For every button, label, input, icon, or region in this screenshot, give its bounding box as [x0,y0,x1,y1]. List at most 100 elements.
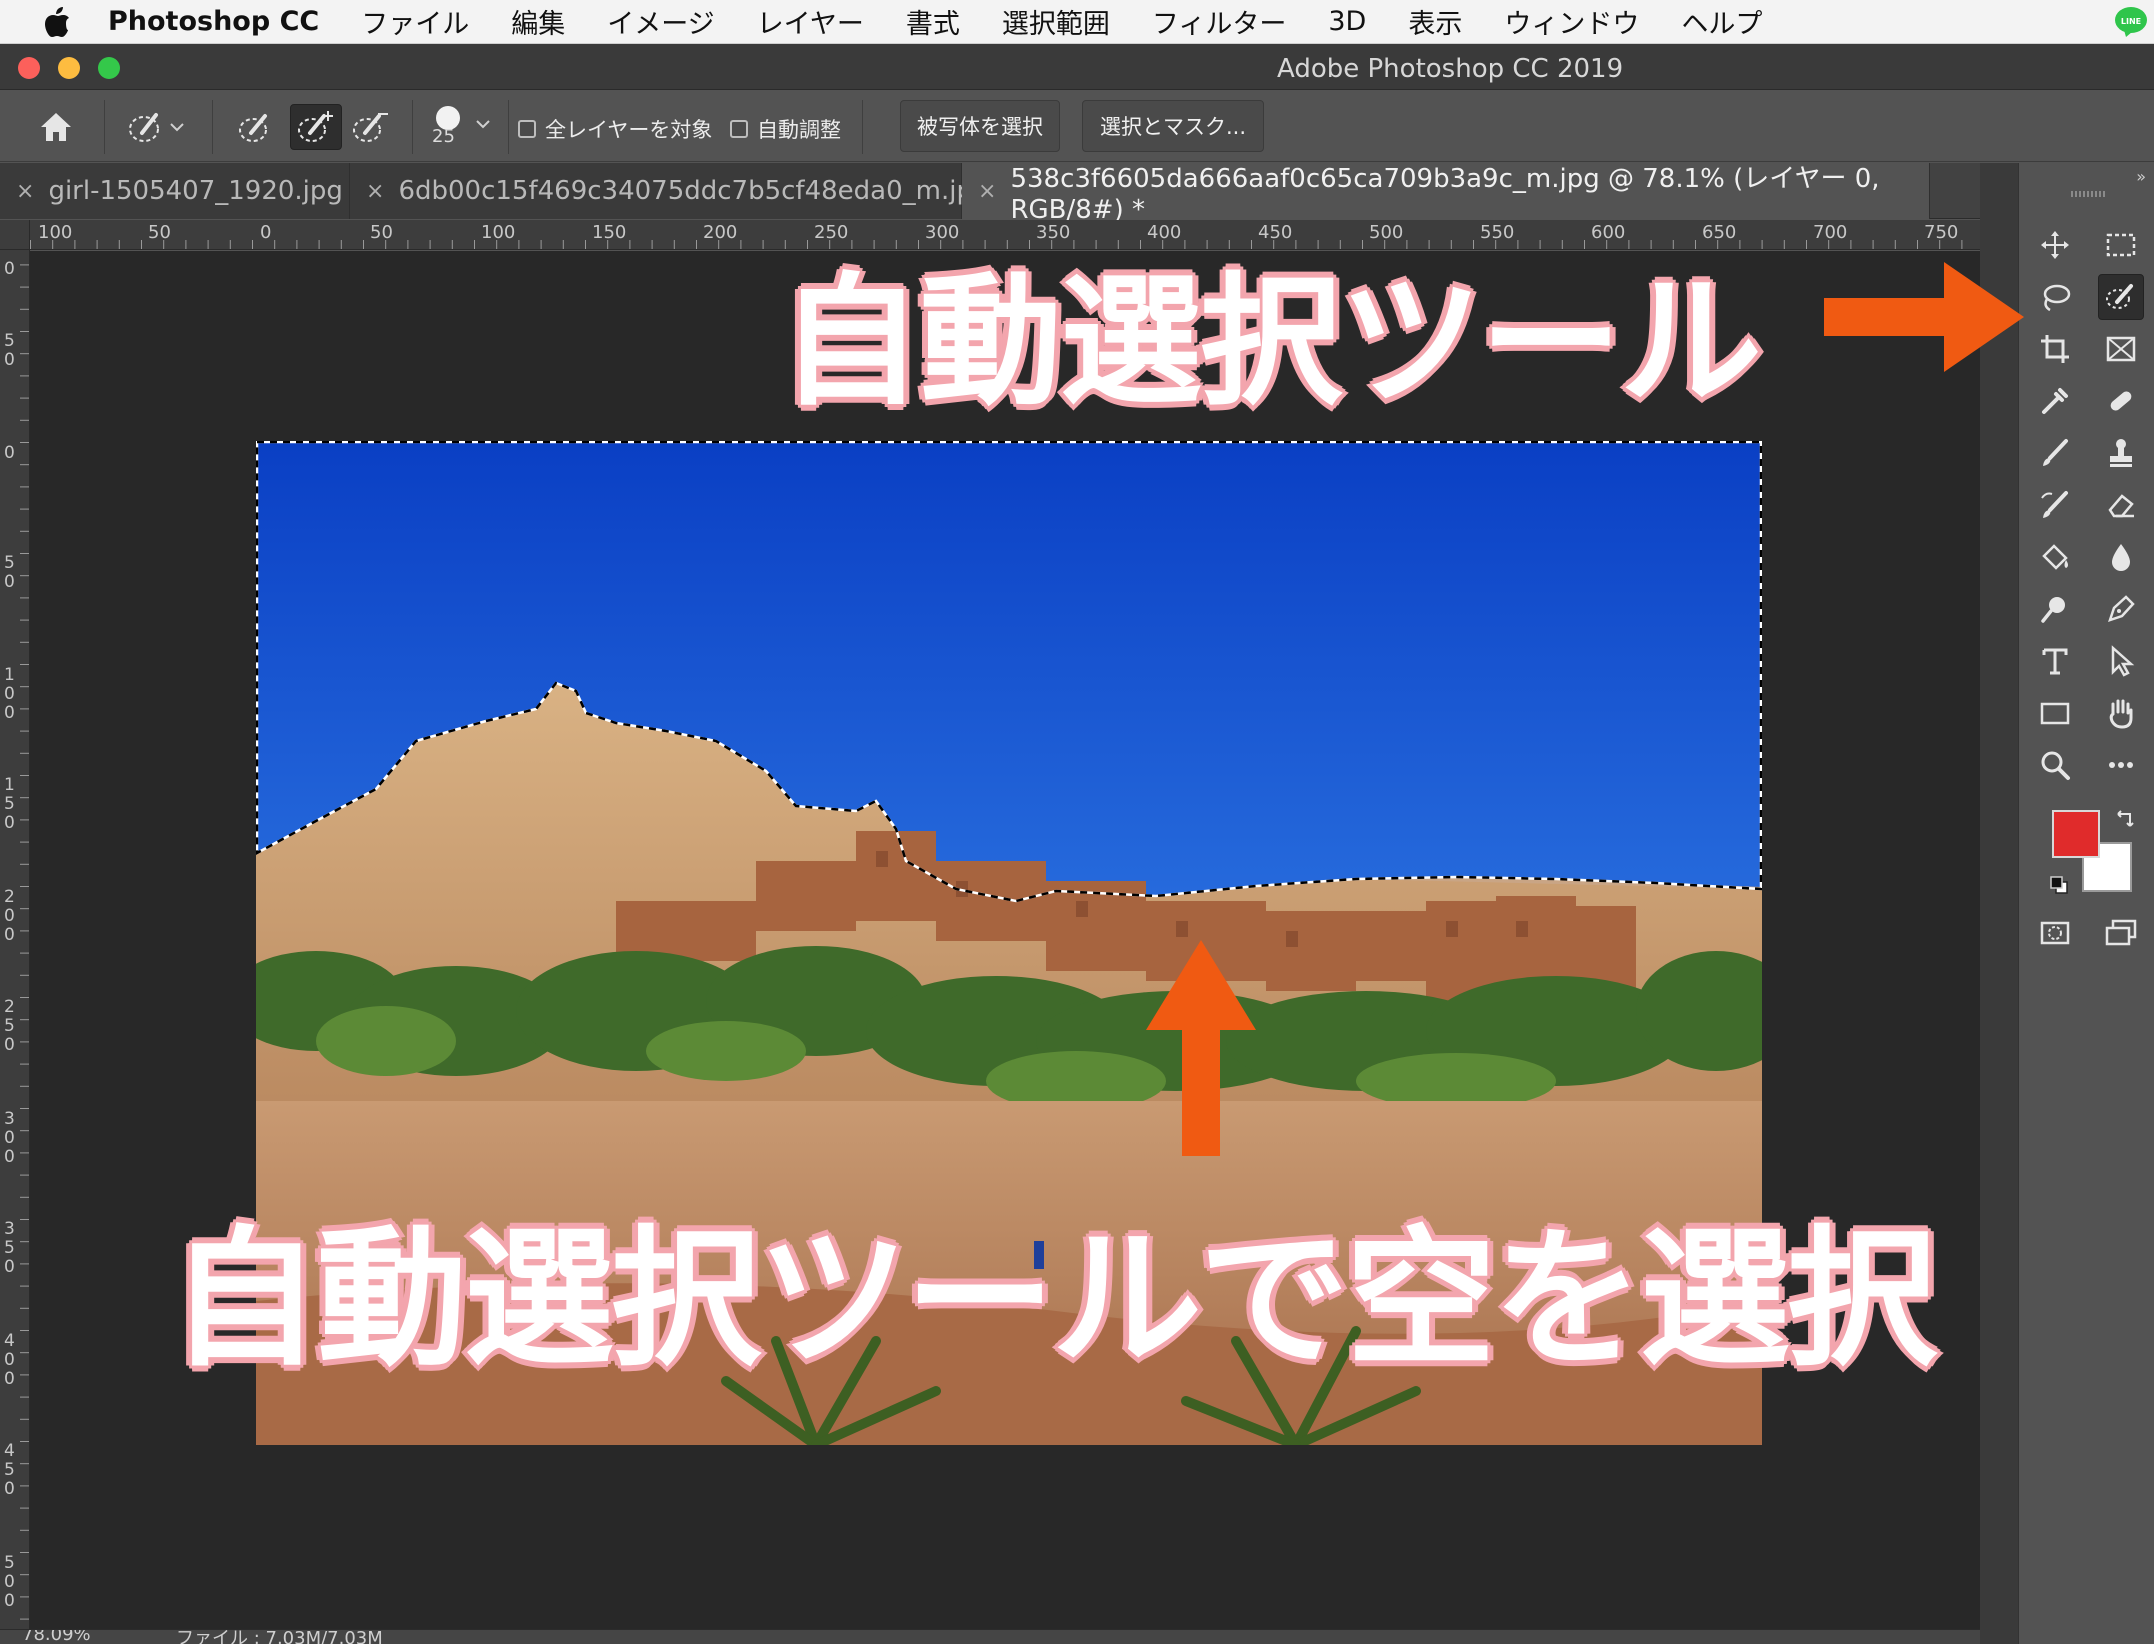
home-button[interactable] [30,104,82,150]
zoom-level[interactable]: 78.09% [22,1630,91,1644]
default-colors-icon[interactable] [2048,874,2070,896]
rectangle-icon [2040,702,2070,725]
menu-filter[interactable]: フィルター [1152,2,1286,41]
menu-file[interactable]: ファイル [361,2,469,41]
type-tool[interactable] [2032,638,2078,684]
zoom-icon [2041,751,2070,780]
path-selection-tool[interactable] [2098,638,2144,684]
foreground-color-swatch[interactable] [2052,810,2100,858]
subtract-from-selection-button[interactable] [346,104,396,150]
menu-type[interactable]: 書式 [906,2,960,41]
close-window-button[interactable] [18,57,40,79]
minimize-window-button[interactable] [58,57,80,79]
quick-selection-icon [2106,284,2133,309]
close-tab-icon[interactable]: × [16,179,34,204]
brush-tool[interactable] [2032,430,2078,476]
ruler-label: 50 [370,222,393,243]
tool-preset-picker[interactable] [116,104,196,150]
panel-gutter [1980,163,2018,1644]
eyedropper-tool[interactable] [2032,378,2078,424]
marquee-icon [2106,233,2136,257]
blur-tool[interactable] [2098,534,2144,580]
auto-enhance-checkbox[interactable]: 自動調整 [730,114,841,144]
select-and-mask-button[interactable]: 選択とマスク... [1082,100,1264,152]
ruler-label: 100 [4,665,15,723]
ruler-label: 750 [1924,222,1959,243]
history-brush-tool[interactable] [2032,482,2078,528]
ruler-label: 350 [4,1219,15,1277]
ruler-label: 0 [4,259,15,279]
sample-all-layers-checkbox[interactable]: 全レイヤーを対象 [518,114,712,144]
new-selection-button[interactable] [232,104,282,150]
tab-label: 6db00c15f469c34075ddc7b5cf48eda0_m.jpg [398,176,990,206]
rectangle-tool[interactable] [2032,690,2078,736]
options-separator [412,100,413,154]
chevron-down-icon [476,120,490,129]
tab-document-3[interactable]: × 538c3f6605da666aaf0c65ca709b3a9c_m.jpg… [962,163,1930,225]
eraser-tool[interactable] [2098,482,2144,528]
chevron-down-icon [170,123,184,132]
ruler-label: 200 [703,222,738,243]
ruler-label: 0 [260,222,272,243]
document-tabs: × girl-1505407_1920.jpg × 6db00c15f469c3… [0,163,2018,225]
add-to-selection-button[interactable] [290,104,342,150]
select-subject-button[interactable]: 被写体を選択 [900,100,1060,152]
zoom-tool[interactable] [2032,742,2078,788]
marquee-tool[interactable] [2098,222,2144,268]
hand-icon [2109,699,2133,729]
menu-edit[interactable]: 編集 [511,2,565,41]
lasso-tool[interactable] [2032,274,2078,320]
pen-tool[interactable] [2098,586,2144,632]
tab-document-2[interactable]: × 6db00c15f469c34075ddc7b5cf48eda0_m.jpg [350,163,989,219]
panel-grip[interactable] [2071,191,2105,197]
ruler-label: 50 [4,331,15,370]
dodge-tool[interactable] [2032,586,2078,632]
close-tab-icon[interactable]: × [366,179,384,204]
crop-tool[interactable] [2032,326,2078,372]
file-info: ファイル : 7.03M/7.03M [176,1629,383,1644]
zoom-window-button[interactable] [98,57,120,79]
quick-mask-button[interactable] [2032,910,2078,956]
menu-help[interactable]: ヘルプ [1681,2,1762,41]
healing-brush-tool[interactable] [2098,378,2144,424]
ruler-label: 100 [38,222,73,243]
path-selection-icon [2111,645,2135,677]
pen-icon [2108,595,2135,622]
line-label: LINE [2121,17,2141,26]
clone-stamp-tool[interactable] [2098,430,2144,476]
collapse-panel-icon[interactable]: » [2136,167,2146,186]
dodge-icon [2041,597,2065,623]
canvas-area[interactable] [30,251,1980,1629]
type-icon [2042,648,2068,675]
menu-window[interactable]: ウィンドウ [1504,2,1639,41]
screen-mode-button[interactable] [2098,910,2144,956]
apple-icon[interactable] [42,5,72,39]
swap-colors-icon[interactable] [2114,808,2136,830]
menu-select[interactable]: 選択範囲 [1002,2,1110,41]
quick-mask-icon [2040,921,2070,945]
menu-image[interactable]: イメージ [607,2,714,41]
frame-tool[interactable] [2098,326,2144,372]
menu-view[interactable]: 表示 [1408,2,1462,41]
move-tool[interactable] [2032,222,2078,268]
menu-app-name[interactable]: Photoshop CC [108,6,319,37]
healing-brush-icon [2110,391,2132,411]
line-app-icon[interactable]: LINE [2114,6,2148,38]
options-bar: 全レイヤーを対象 自動調整 被写体を選択 選択とマスク... [0,90,2154,162]
close-tab-icon[interactable]: × [978,179,996,204]
menu-3d[interactable]: 3D [1328,6,1366,37]
ruler-origin[interactable] [0,220,30,250]
paint-bucket-tool[interactable] [2032,534,2078,580]
checkbox-box[interactable] [518,120,536,138]
sample-all-layers-label: 全レイヤーを対象 [545,118,713,142]
quick-selection-tool[interactable] [2098,274,2144,320]
checkbox-box[interactable] [730,120,748,138]
hand-tool[interactable] [2098,690,2144,736]
add-selection-brush-icon [298,111,333,142]
menu-layer[interactable]: レイヤー [757,2,864,41]
vertical-ruler[interactable]: 0 50 0 50 100 150 200 250 300 350 400 45… [0,220,30,1644]
eraser-icon [2108,494,2134,518]
subtract-selection-brush-icon [353,113,388,142]
tab-document-1[interactable]: × girl-1505407_1920.jpg [0,163,350,219]
more-tools-button[interactable] [2098,742,2144,788]
